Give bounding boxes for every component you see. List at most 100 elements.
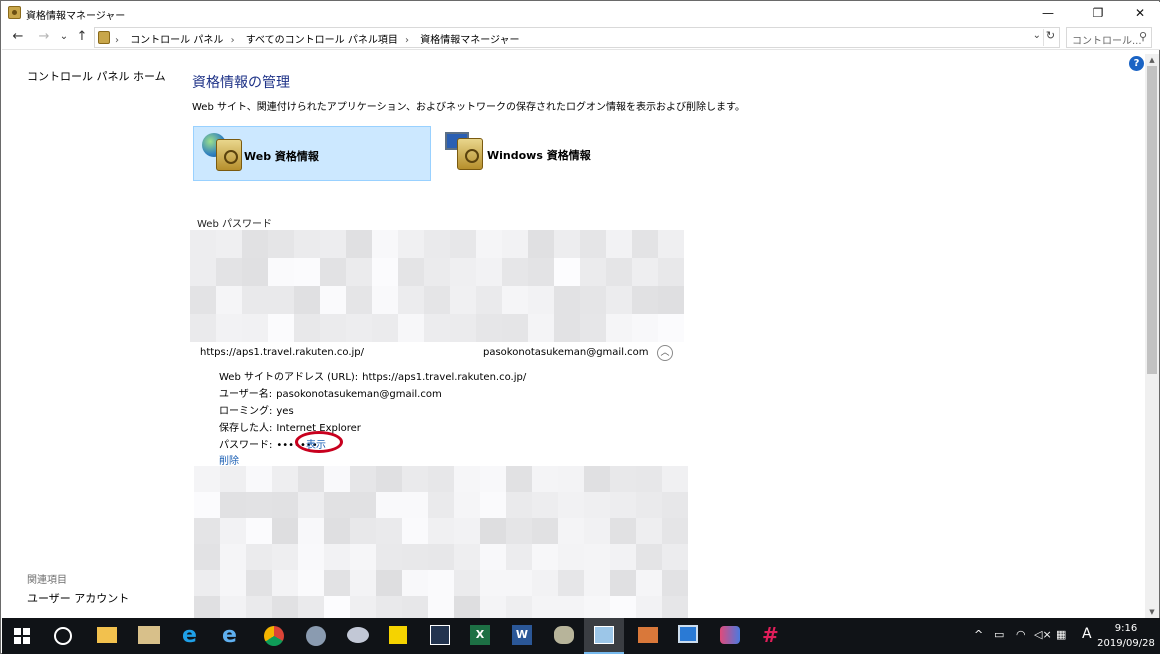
mosaic-cell (294, 258, 320, 286)
breadcrumb-item[interactable]: すべてのコントロール パネル項目 (246, 35, 398, 46)
mosaic-cell (242, 314, 268, 342)
address-bar[interactable]: › コントロール パネル › すべてのコントロール パネル項目 › 資格情報マネ… (94, 27, 1060, 48)
back-button[interactable]: ← (10, 28, 26, 46)
mosaic-cell (532, 466, 558, 492)
battery-icon[interactable]: ▭ (994, 628, 1004, 641)
mosaic-cell (398, 230, 424, 258)
keyboard-icon[interactable]: ▦ (1056, 628, 1066, 641)
mosaic-cell (190, 314, 216, 342)
delete-credential-link[interactable]: 削除 (219, 452, 239, 467)
sticky-notes-icon[interactable] (389, 626, 407, 644)
scroll-down-icon[interactable]: ▼ (1145, 606, 1159, 618)
detail-url: Web サイトのアドレス (URL): https://aps1.travel.r… (219, 368, 526, 383)
mosaic-cell (580, 258, 606, 286)
edge-icon[interactable]: e (182, 625, 206, 649)
mosaic-cell (480, 466, 506, 492)
windows-start-icon[interactable] (14, 628, 30, 644)
mail-app-icon[interactable] (138, 626, 160, 644)
mosaic-cell (428, 466, 454, 492)
detail-value: yes (276, 406, 294, 417)
close-button[interactable]: ✕ (1118, 2, 1160, 24)
mosaic-cell (476, 286, 502, 314)
breadcrumb: › コントロール パネル › すべてのコントロール パネル項目 › 資格情報マネ… (115, 31, 524, 46)
network-globe-icon[interactable] (306, 626, 326, 646)
mosaic-cell (662, 570, 688, 596)
mosaic-cell (662, 466, 688, 492)
show-password-link[interactable]: 表示 (306, 436, 326, 451)
clock-time: 9:16 (1114, 623, 1138, 634)
mosaic-cell (424, 258, 450, 286)
address-dropdown-icon[interactable]: ⌄ (1033, 30, 1041, 41)
vertical-scrollbar[interactable]: ▲ ▼ (1145, 54, 1159, 618)
window-title: 資格情報マネージャー (26, 11, 126, 22)
mosaic-cell (294, 286, 320, 314)
chevron-up-icon[interactable]: ︿ (657, 345, 673, 361)
credential-entry-user[interactable]: pasokonotasukeman@gmail.com (483, 347, 649, 358)
mosaic-cell (636, 518, 662, 544)
web-passwords-heading: Web パスワード (197, 219, 272, 230)
obscured-credential-list (190, 230, 684, 342)
wifi-icon[interactable]: ◠ (1016, 628, 1026, 641)
mosaic-cell (268, 314, 294, 342)
mosaic-cell (246, 544, 272, 570)
remote-desktop-icon[interactable] (678, 625, 698, 643)
chrome-icon[interactable] (264, 626, 284, 646)
scroll-up-icon[interactable]: ▲ (1145, 54, 1159, 66)
restore-button[interactable]: ❐ (1076, 2, 1120, 24)
mosaic-cell (194, 466, 220, 492)
mosaic-cell (298, 570, 324, 596)
mosaic-cell (346, 258, 372, 286)
mosaic-cell (450, 314, 476, 342)
mosaic-cell (454, 492, 480, 518)
mosaic-cell (502, 286, 528, 314)
app-launcher-icon[interactable] (430, 625, 450, 645)
toolbox-icon[interactable] (638, 627, 658, 643)
mosaic-cell (584, 544, 610, 570)
chevron-up-icon[interactable]: ^ (974, 628, 983, 641)
mosaic-cell (246, 466, 272, 492)
web-credential-icon (216, 139, 242, 171)
windows-credentials-tile[interactable]: Windows 資格情報 (435, 126, 673, 181)
forward-button[interactable]: → (36, 28, 52, 46)
page-description: Web サイト、関連付けられたアプリケーション、およびネットワークの保存されたロ… (192, 102, 745, 113)
mosaic-cell (194, 492, 220, 518)
up-button[interactable]: ↑ (74, 28, 90, 46)
recent-locations-button[interactable]: ⌄ (56, 28, 72, 46)
settings-app-icon[interactable] (554, 626, 574, 644)
cortana-icon[interactable] (54, 627, 72, 645)
breadcrumb-item[interactable]: コントロール パネル (130, 35, 223, 46)
breadcrumb-item[interactable]: 資格情報マネージャー (420, 35, 519, 46)
credential-entry-url[interactable]: https://aps1.travel.rakuten.co.jp/ (200, 347, 364, 358)
mosaic-cell (428, 544, 454, 570)
mosaic-cell (554, 314, 580, 342)
infinity-app-icon[interactable] (720, 626, 740, 644)
paint-app-icon[interactable] (347, 627, 369, 643)
search-placeholder: コントロール... (1072, 36, 1142, 47)
help-icon[interactable]: ? (1129, 56, 1144, 71)
mosaic-cell (428, 492, 454, 518)
mosaic-cell (528, 314, 554, 342)
system-clock[interactable]: 9:16 2019/09/28 (1096, 621, 1156, 651)
slack-icon[interactable]: # (762, 625, 786, 649)
mosaic-cell (558, 518, 584, 544)
word-icon[interactable]: W (512, 625, 532, 645)
internet-explorer-icon[interactable]: e (222, 625, 246, 649)
mosaic-cell (480, 570, 506, 596)
input-method-indicator[interactable]: A (1082, 626, 1092, 642)
file-explorer-icon[interactable] (97, 627, 117, 643)
mosaic-cell (580, 314, 606, 342)
mosaic-cell (320, 286, 346, 314)
mosaic-cell (298, 544, 324, 570)
user-accounts-link[interactable]: ユーザー アカウント (27, 590, 129, 606)
detail-key: Web サイトのアドレス (URL): (219, 372, 359, 383)
search-input[interactable]: コントロール... ⚲ (1066, 27, 1152, 48)
excel-icon[interactable]: X (470, 625, 490, 645)
control-panel-home-link[interactable]: コントロール パネル ホーム (27, 68, 166, 84)
volume-muted-icon[interactable]: ◁× (1034, 628, 1052, 641)
minimize-button[interactable]: — (1026, 2, 1070, 24)
title-bar: 資格情報マネージャー — ❐ ✕ (2, 2, 1160, 24)
web-credentials-tile[interactable]: Web 資格情報 (193, 126, 431, 181)
refresh-icon[interactable]: ↻ (1043, 29, 1057, 46)
taskbar-active-credential-manager[interactable] (584, 618, 624, 654)
scroll-thumb[interactable] (1147, 66, 1157, 374)
